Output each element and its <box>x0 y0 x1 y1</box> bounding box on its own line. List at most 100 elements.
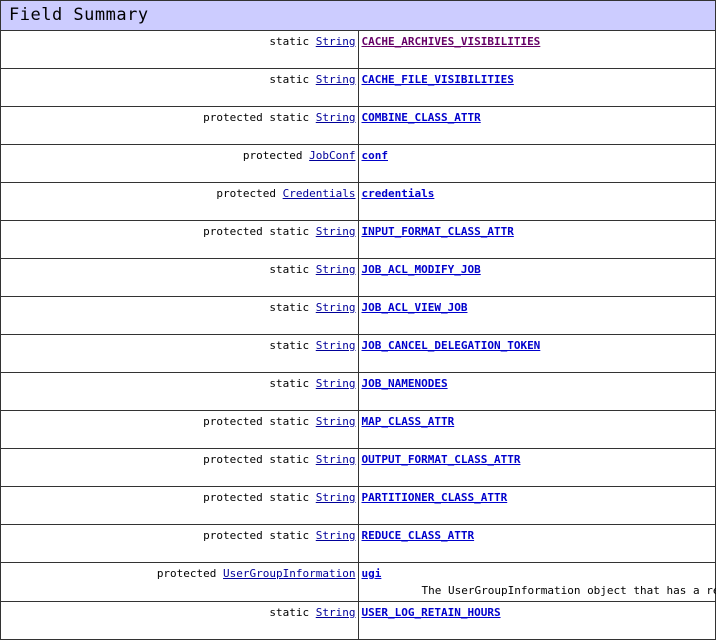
table-row: protected JobConf conf <box>0 144 716 183</box>
row-spacer <box>3 429 356 445</box>
field-name-link[interactable]: conf <box>362 149 389 162</box>
field-name-cell: credentials <box>357 182 716 221</box>
field-modifier-cell: static String <box>0 334 359 373</box>
field-modifier-cell: protected static String <box>0 524 359 563</box>
row-spacer <box>3 467 356 483</box>
field-name-cell: CACHE_ARCHIVES_VISIBILITIES <box>357 30 716 69</box>
field-name-cell: MAP_CLASS_ATTR <box>357 410 716 449</box>
field-name-link[interactable]: MAP_CLASS_ATTR <box>362 415 455 428</box>
row-spacer <box>362 125 713 141</box>
field-type-link[interactable]: String <box>316 263 356 276</box>
field-type-link[interactable]: String <box>316 301 356 314</box>
table-row: static String JOB_ACL_VIEW_JOB <box>0 296 716 335</box>
table-row: protected Credentials credentials <box>0 182 716 221</box>
field-modifier-keywords: protected <box>156 567 217 580</box>
field-name-link[interactable]: ugi <box>362 567 382 580</box>
field-name-cell: JOB_NAMENODES <box>357 372 716 411</box>
row-spacer <box>3 239 356 255</box>
field-type-link[interactable]: String <box>316 339 356 352</box>
row-spacer <box>3 163 356 179</box>
table-row: protected UserGroupInformation ugi The Use… <box>0 562 716 602</box>
field-name-cell: JOB_CANCEL_DELEGATION_TOKEN <box>357 334 716 373</box>
table-row: protected static String OUTPUT_FORMAT_CLA… <box>0 448 716 487</box>
field-type-link[interactable]: String <box>316 491 356 504</box>
field-type-link[interactable]: String <box>316 377 356 390</box>
field-name-cell: OUTPUT_FORMAT_CLASS_ATTR <box>357 448 716 487</box>
row-spacer <box>3 201 356 217</box>
field-modifier-keywords: static <box>269 35 310 48</box>
field-summary-caption-row: Field Summary <box>0 0 716 31</box>
row-spacer <box>3 277 356 293</box>
field-modifier-cell: protected static String <box>0 486 359 525</box>
field-rows-host: static String CACHE_ARCHIVES_VISIBILITIES… <box>0 30 716 640</box>
field-type-link[interactable]: UserGroupInformation <box>223 567 355 580</box>
field-modifier-keywords: static <box>269 263 310 276</box>
field-modifier-cell: static String <box>0 30 359 69</box>
field-modifier-keywords: protected <box>242 149 303 162</box>
field-name-link[interactable]: PARTITIONER_CLASS_ATTR <box>362 491 508 504</box>
field-modifier-cell: static String <box>0 296 359 335</box>
field-modifier-cell: protected static String <box>0 448 359 487</box>
field-type-link[interactable]: String <box>316 453 356 466</box>
row-spacer <box>362 87 713 103</box>
row-spacer <box>362 201 713 217</box>
field-name-link[interactable]: JOB_CANCEL_DELEGATION_TOKEN <box>362 339 541 352</box>
row-spacer <box>3 391 356 407</box>
row-spacer <box>362 429 713 445</box>
field-type-link[interactable]: Credentials <box>283 187 356 200</box>
field-modifier-cell: protected JobConf <box>0 144 359 183</box>
field-name-cell: JOB_ACL_VIEW_JOB <box>357 296 716 335</box>
row-spacer <box>362 353 713 369</box>
field-name-cell: ugi The UserGroupInformation object that … <box>357 562 716 602</box>
row-spacer <box>362 391 713 407</box>
field-name-link[interactable]: credentials <box>362 187 435 200</box>
table-row: protected static String COMBINE_CLASS_ATT… <box>0 106 716 145</box>
table-row: static String JOB_NAMENODES <box>0 372 716 411</box>
field-modifier-cell: static String <box>0 372 359 411</box>
field-name-link[interactable]: OUTPUT_FORMAT_CLASS_ATTR <box>362 453 521 466</box>
field-type-link[interactable]: String <box>316 415 356 428</box>
field-modifier-keywords: protected static <box>203 111 310 124</box>
field-name-link[interactable]: CACHE_ARCHIVES_VISIBILITIES <box>362 35 541 48</box>
field-name-link[interactable]: JOB_NAMENODES <box>362 377 448 390</box>
table-row: protected static String MAP_CLASS_ATTR <box>0 410 716 449</box>
field-name-cell: conf <box>357 144 716 183</box>
row-spacer <box>3 505 356 521</box>
field-modifier-keywords: protected static <box>203 453 310 466</box>
field-modifier-keywords: static <box>269 73 310 86</box>
field-type-link[interactable]: String <box>316 73 356 86</box>
field-name-link[interactable]: JOB_ACL_MODIFY_JOB <box>362 263 481 276</box>
row-spacer <box>362 163 713 179</box>
field-summary-table: Field Summary static String CACHE_ARCHIVE… <box>0 0 716 640</box>
field-name-link[interactable]: JOB_ACL_VIEW_JOB <box>362 301 468 314</box>
field-modifier-cell: protected static String <box>0 220 359 259</box>
field-type-link[interactable]: String <box>316 35 356 48</box>
field-name-link[interactable]: USER_LOG_RETAIN_HOURS <box>362 606 501 619</box>
row-spacer <box>362 467 713 483</box>
field-name-link[interactable]: COMBINE_CLASS_ATTR <box>362 111 481 124</box>
field-name-link[interactable]: CACHE_FILE_VISIBILITIES <box>362 73 514 86</box>
row-spacer <box>362 620 713 636</box>
field-modifier-keywords: static <box>269 301 310 314</box>
field-modifier-keywords: static <box>269 606 310 619</box>
table-row: static String JOB_ACL_MODIFY_JOB <box>0 258 716 297</box>
field-name-link[interactable]: INPUT_FORMAT_CLASS_ATTR <box>362 225 514 238</box>
field-type-link[interactable]: String <box>316 529 356 542</box>
row-spacer <box>362 315 713 331</box>
field-modifier-keywords: protected <box>216 187 277 200</box>
field-name-link[interactable]: REDUCE_CLASS_ATTR <box>362 529 475 542</box>
table-row: protected static String PARTITIONER_CLASS… <box>0 486 716 525</box>
field-name-cell: INPUT_FORMAT_CLASS_ATTR <box>357 220 716 259</box>
field-description: The UserGroupInformation object that has… <box>421 584 716 597</box>
field-type-link[interactable]: JobConf <box>309 149 355 162</box>
field-modifier-keywords: protected static <box>203 415 310 428</box>
field-type-link[interactable]: String <box>316 225 356 238</box>
table-row: static String CACHE_ARCHIVES_VISIBILITIES <box>0 30 716 69</box>
field-name-cell: COMBINE_CLASS_ATTR <box>357 106 716 145</box>
field-modifier-keywords: protected static <box>203 529 310 542</box>
field-type-link[interactable]: String <box>316 606 356 619</box>
field-summary-body: Field Summary <box>0 0 716 31</box>
row-spacer <box>3 353 356 369</box>
field-type-link[interactable]: String <box>316 111 356 124</box>
field-modifier-keywords: static <box>269 339 310 352</box>
